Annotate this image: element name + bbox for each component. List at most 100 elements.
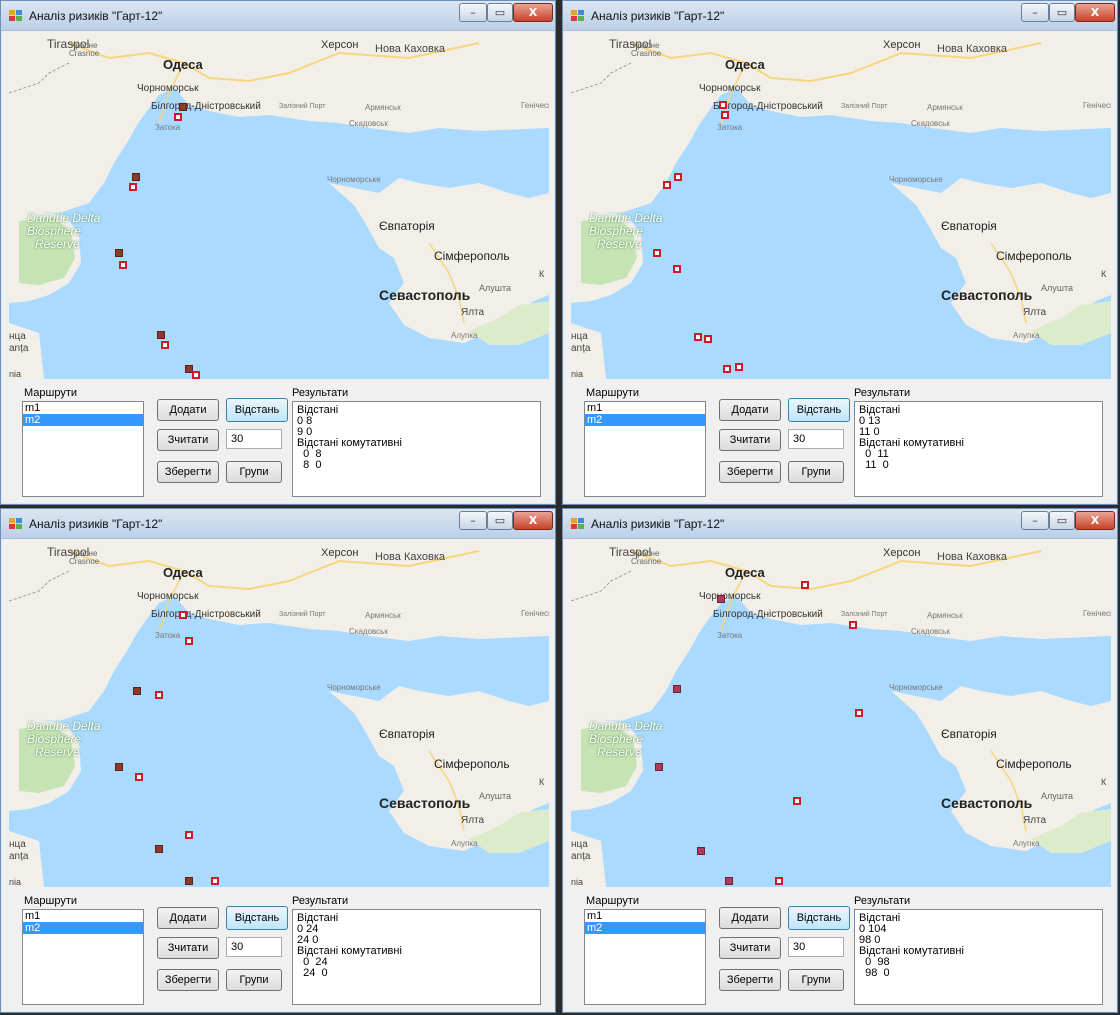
maximize-button[interactable]: ▭ — [1049, 511, 1075, 530]
route-point-marker[interactable] — [723, 365, 731, 373]
results-textbox[interactable]: Відстані 0 13 11 0 Відстані комутативні … — [854, 401, 1103, 497]
route-point-marker[interactable] — [185, 637, 193, 645]
route-point-marker[interactable] — [801, 581, 809, 589]
distance-threshold-input[interactable] — [788, 937, 844, 957]
route-point-marker[interactable] — [717, 595, 725, 603]
routes-listbox[interactable]: m1 m2 — [22, 401, 144, 497]
route-point-marker[interactable] — [849, 621, 857, 629]
route-point-marker[interactable] — [673, 265, 681, 273]
read-button[interactable]: Зчитати — [719, 429, 781, 451]
route-item-m1[interactable]: m1 — [23, 910, 143, 922]
route-point-marker[interactable] — [115, 763, 123, 771]
save-button[interactable]: Зберегти — [719, 461, 781, 483]
route-point-marker[interactable] — [129, 183, 137, 191]
results-textbox[interactable]: Відстані 0 104 98 0 Відстані комутативні… — [854, 909, 1103, 1005]
route-point-marker[interactable] — [174, 113, 182, 121]
route-item-m1[interactable]: m1 — [585, 910, 705, 922]
distance-button[interactable]: Відстань — [788, 398, 850, 422]
read-button[interactable]: Зчитати — [719, 937, 781, 959]
title-bar[interactable]: Аналіз ризиків "Гарт-12" – ▭ X — [1, 509, 555, 539]
route-item-m2[interactable]: m2 — [585, 922, 705, 934]
results-textbox[interactable]: Відстані 0 24 24 0 Відстані комутативні … — [292, 909, 541, 1005]
title-bar[interactable]: Аналіз ризиків "Гарт-12" – ▭ X — [563, 509, 1117, 539]
route-item-m1[interactable]: m1 — [23, 402, 143, 414]
route-point-marker[interactable] — [155, 845, 163, 853]
route-point-marker[interactable] — [721, 111, 729, 119]
route-point-marker[interactable] — [655, 763, 663, 771]
routes-listbox[interactable]: m1 m2 — [584, 909, 706, 1005]
route-point-marker[interactable] — [157, 331, 165, 339]
route-point-marker[interactable] — [653, 249, 661, 257]
map-view[interactable]: Tiraspol Херсон Нова Каховка Красне Cras… — [571, 541, 1111, 887]
route-point-marker[interactable] — [694, 333, 702, 341]
add-button[interactable]: Додати — [157, 907, 219, 929]
route-point-marker[interactable] — [725, 877, 733, 885]
route-point-marker[interactable] — [719, 101, 727, 109]
distance-button[interactable]: Відстань — [226, 906, 288, 930]
route-point-marker[interactable] — [704, 335, 712, 343]
route-point-marker[interactable] — [179, 103, 187, 111]
results-line: Відстані — [859, 912, 901, 924]
route-point-marker[interactable] — [119, 261, 127, 269]
route-point-marker[interactable] — [793, 797, 801, 805]
groups-button[interactable]: Групи — [788, 461, 844, 483]
distance-threshold-input[interactable] — [788, 429, 844, 449]
close-button[interactable]: X — [513, 3, 553, 22]
route-point-marker[interactable] — [132, 173, 140, 181]
close-button[interactable]: X — [513, 511, 553, 530]
add-button[interactable]: Додати — [157, 399, 219, 421]
save-button[interactable]: Зберегти — [157, 969, 219, 991]
route-point-marker[interactable] — [185, 877, 193, 885]
groups-button[interactable]: Групи — [788, 969, 844, 991]
distance-threshold-input[interactable] — [226, 429, 282, 449]
distance-threshold-input[interactable] — [226, 937, 282, 957]
route-point-marker[interactable] — [179, 611, 187, 619]
route-point-marker[interactable] — [673, 685, 681, 693]
title-bar[interactable]: Аналіз ризиків "Гарт-12" – ▭ X — [1, 1, 555, 31]
close-button[interactable]: X — [1075, 3, 1115, 22]
map-view[interactable]: Tiraspol Херсон Нова Каховка Красне Cras… — [571, 33, 1111, 379]
distance-button[interactable]: Відстань — [226, 398, 288, 422]
route-point-marker[interactable] — [775, 877, 783, 885]
route-point-marker[interactable] — [135, 773, 143, 781]
groups-button[interactable]: Групи — [226, 461, 282, 483]
route-point-marker[interactable] — [161, 341, 169, 349]
maximize-button[interactable]: ▭ — [487, 3, 513, 22]
route-point-marker[interactable] — [115, 249, 123, 257]
groups-button[interactable]: Групи — [226, 969, 282, 991]
route-point-marker[interactable] — [211, 877, 219, 885]
read-button[interactable]: Зчитати — [157, 937, 219, 959]
add-button[interactable]: Додати — [719, 399, 781, 421]
read-button[interactable]: Зчитати — [157, 429, 219, 451]
route-point-marker[interactable] — [185, 831, 193, 839]
routes-listbox[interactable]: m1 m2 — [22, 909, 144, 1005]
minimize-button[interactable]: – — [459, 3, 487, 22]
routes-listbox[interactable]: m1 m2 — [584, 401, 706, 497]
route-item-m1[interactable]: m1 — [585, 402, 705, 414]
close-button[interactable]: X — [1075, 511, 1115, 530]
minimize-button[interactable]: – — [1021, 511, 1049, 530]
route-item-m2[interactable]: m2 — [23, 922, 143, 934]
map-view[interactable]: Tiraspol Херсон Нова Каховка Красне Cras… — [9, 33, 549, 379]
minimize-button[interactable]: – — [459, 511, 487, 530]
route-point-marker[interactable] — [133, 687, 141, 695]
route-item-m2[interactable]: m2 — [585, 414, 705, 426]
save-button[interactable]: Зберегти — [157, 461, 219, 483]
route-point-marker[interactable] — [663, 181, 671, 189]
route-point-marker[interactable] — [855, 709, 863, 717]
save-button[interactable]: Зберегти — [719, 969, 781, 991]
results-textbox[interactable]: Відстані 0 8 9 0 Відстані комутативні 0 … — [292, 401, 541, 497]
minimize-button[interactable]: – — [1021, 3, 1049, 22]
route-point-marker[interactable] — [735, 363, 743, 371]
route-point-marker[interactable] — [697, 847, 705, 855]
distance-button[interactable]: Відстань — [788, 906, 850, 930]
route-point-marker[interactable] — [674, 173, 682, 181]
maximize-button[interactable]: ▭ — [487, 511, 513, 530]
route-point-marker[interactable] — [155, 691, 163, 699]
title-bar[interactable]: Аналіз ризиків "Гарт-12" – ▭ X — [563, 1, 1117, 31]
route-point-marker[interactable] — [192, 371, 200, 379]
add-button[interactable]: Додати — [719, 907, 781, 929]
maximize-button[interactable]: ▭ — [1049, 3, 1075, 22]
map-view[interactable]: Tiraspol Херсон Нова Каховка Красне Cras… — [9, 541, 549, 887]
route-item-m2[interactable]: m2 — [23, 414, 143, 426]
